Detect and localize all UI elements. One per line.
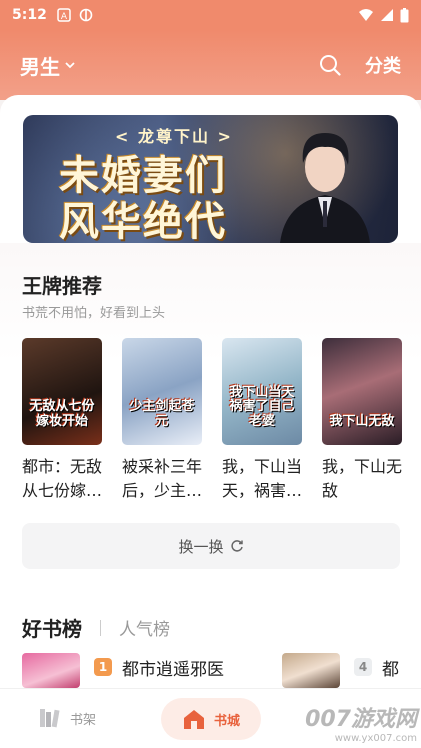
gender-label: 男生 (20, 54, 60, 79)
tab-popular[interactable]: 人气榜 (119, 615, 170, 640)
bookshelf-icon (40, 709, 60, 728)
ranking-title: 都市逍遥邪医 (122, 660, 224, 680)
promo-banner[interactable]: < 龙尊下山 > 未婚妻们 风华绝代 (23, 115, 398, 243)
book-cover-text: 我下山无敌 (329, 413, 395, 429)
search-icon[interactable] (319, 54, 341, 76)
battery-icon (400, 7, 409, 22)
content-panel: < 龙尊下山 > 未婚妻们 风华绝代 王牌推荐 书荒不用怕，好看到上头 无敌从七… (0, 95, 421, 688)
book-card[interactable]: 无敌从七份嫁妆开始 都市：无敌从七份嫁… (22, 338, 102, 503)
svg-text:A: A (61, 12, 68, 22)
ranking-item[interactable]: 1 都市逍遥邪医 (22, 653, 224, 688)
book-cover: 我下山无敌 (322, 338, 402, 445)
ranking-title: 都 (382, 660, 399, 680)
book-cover-text: 我下山当天祸害了自己老婆 (229, 385, 295, 429)
gender-selector[interactable]: 男生 (20, 51, 76, 80)
section-subtitle: 书荒不用怕，好看到上头 (22, 306, 166, 321)
tab-divider (100, 619, 101, 636)
nav-bookshelf-label: 书架 (70, 712, 97, 728)
recommend-book-list: 无敌从七份嫁妆开始 都市：无敌从七份嫁… 少主剑起苍元 被采补三年后，少主… 我… (22, 338, 402, 503)
status-bar: 5:12 A (0, 0, 421, 30)
rank-badge: 4 (354, 658, 372, 676)
chevron-down-icon (65, 62, 75, 69)
ranking-cover (22, 653, 80, 688)
watermark-url: www.yx007.com (334, 733, 417, 744)
refresh-icon (230, 540, 243, 552)
wifi-icon (359, 9, 373, 21)
book-cover: 我下山当天祸害了自己老婆 (222, 338, 302, 445)
nav-bookstore-label: 书城 (213, 713, 240, 729)
book-title: 被采补三年后，少主… (122, 457, 202, 500)
watermark: 007游戏网 www.yx007.com (305, 701, 417, 744)
swap-label: 换一换 (178, 537, 224, 556)
book-title: 都市：无敌从七份嫁… (22, 457, 102, 500)
notification-app-icon (79, 8, 93, 22)
signal-icon (381, 9, 393, 21)
rank-badge: 1 (94, 658, 112, 676)
section-title: 王牌推荐 (22, 274, 102, 298)
book-cover: 无敌从七份嫁妆开始 (22, 338, 102, 445)
ranking-cover (282, 653, 340, 688)
book-cover-text: 少主剑起苍元 (129, 399, 195, 429)
notification-a-icon: A (57, 8, 71, 22)
book-title: 我，下山当天，祸害… (222, 457, 302, 500)
banner-title-line2: 风华绝代 (59, 198, 227, 243)
nav-bookshelf[interactable]: 书架 (38, 707, 96, 729)
watermark-main: 007游戏网 (305, 707, 417, 732)
top-bar: 男生 分类 (0, 30, 421, 100)
ranking-item[interactable]: 4 都 (282, 653, 399, 688)
category-link[interactable]: 分类 (365, 52, 401, 78)
status-time: 5:12 (12, 7, 47, 23)
book-card[interactable]: 我下山当天祸害了自己老婆 我，下山当天，祸害… (222, 338, 302, 503)
book-cover: 少主剑起苍元 (122, 338, 202, 445)
book-card[interactable]: 少主剑起苍元 被采补三年后，少主… (122, 338, 202, 503)
tab-good-books[interactable]: 好书榜 (22, 613, 82, 642)
book-cover-text: 无敌从七份嫁妆开始 (29, 399, 95, 429)
ranking-tabs: 好书榜 人气榜 (22, 613, 170, 642)
banner-character-image (280, 133, 370, 243)
swap-button[interactable]: 换一换 (22, 523, 400, 569)
nav-bookstore[interactable]: 书城 (161, 698, 261, 740)
book-title: 我，下山无敌 (322, 457, 402, 500)
home-icon (183, 710, 204, 729)
book-card[interactable]: 我下山无敌 我，下山无敌 (322, 338, 402, 503)
